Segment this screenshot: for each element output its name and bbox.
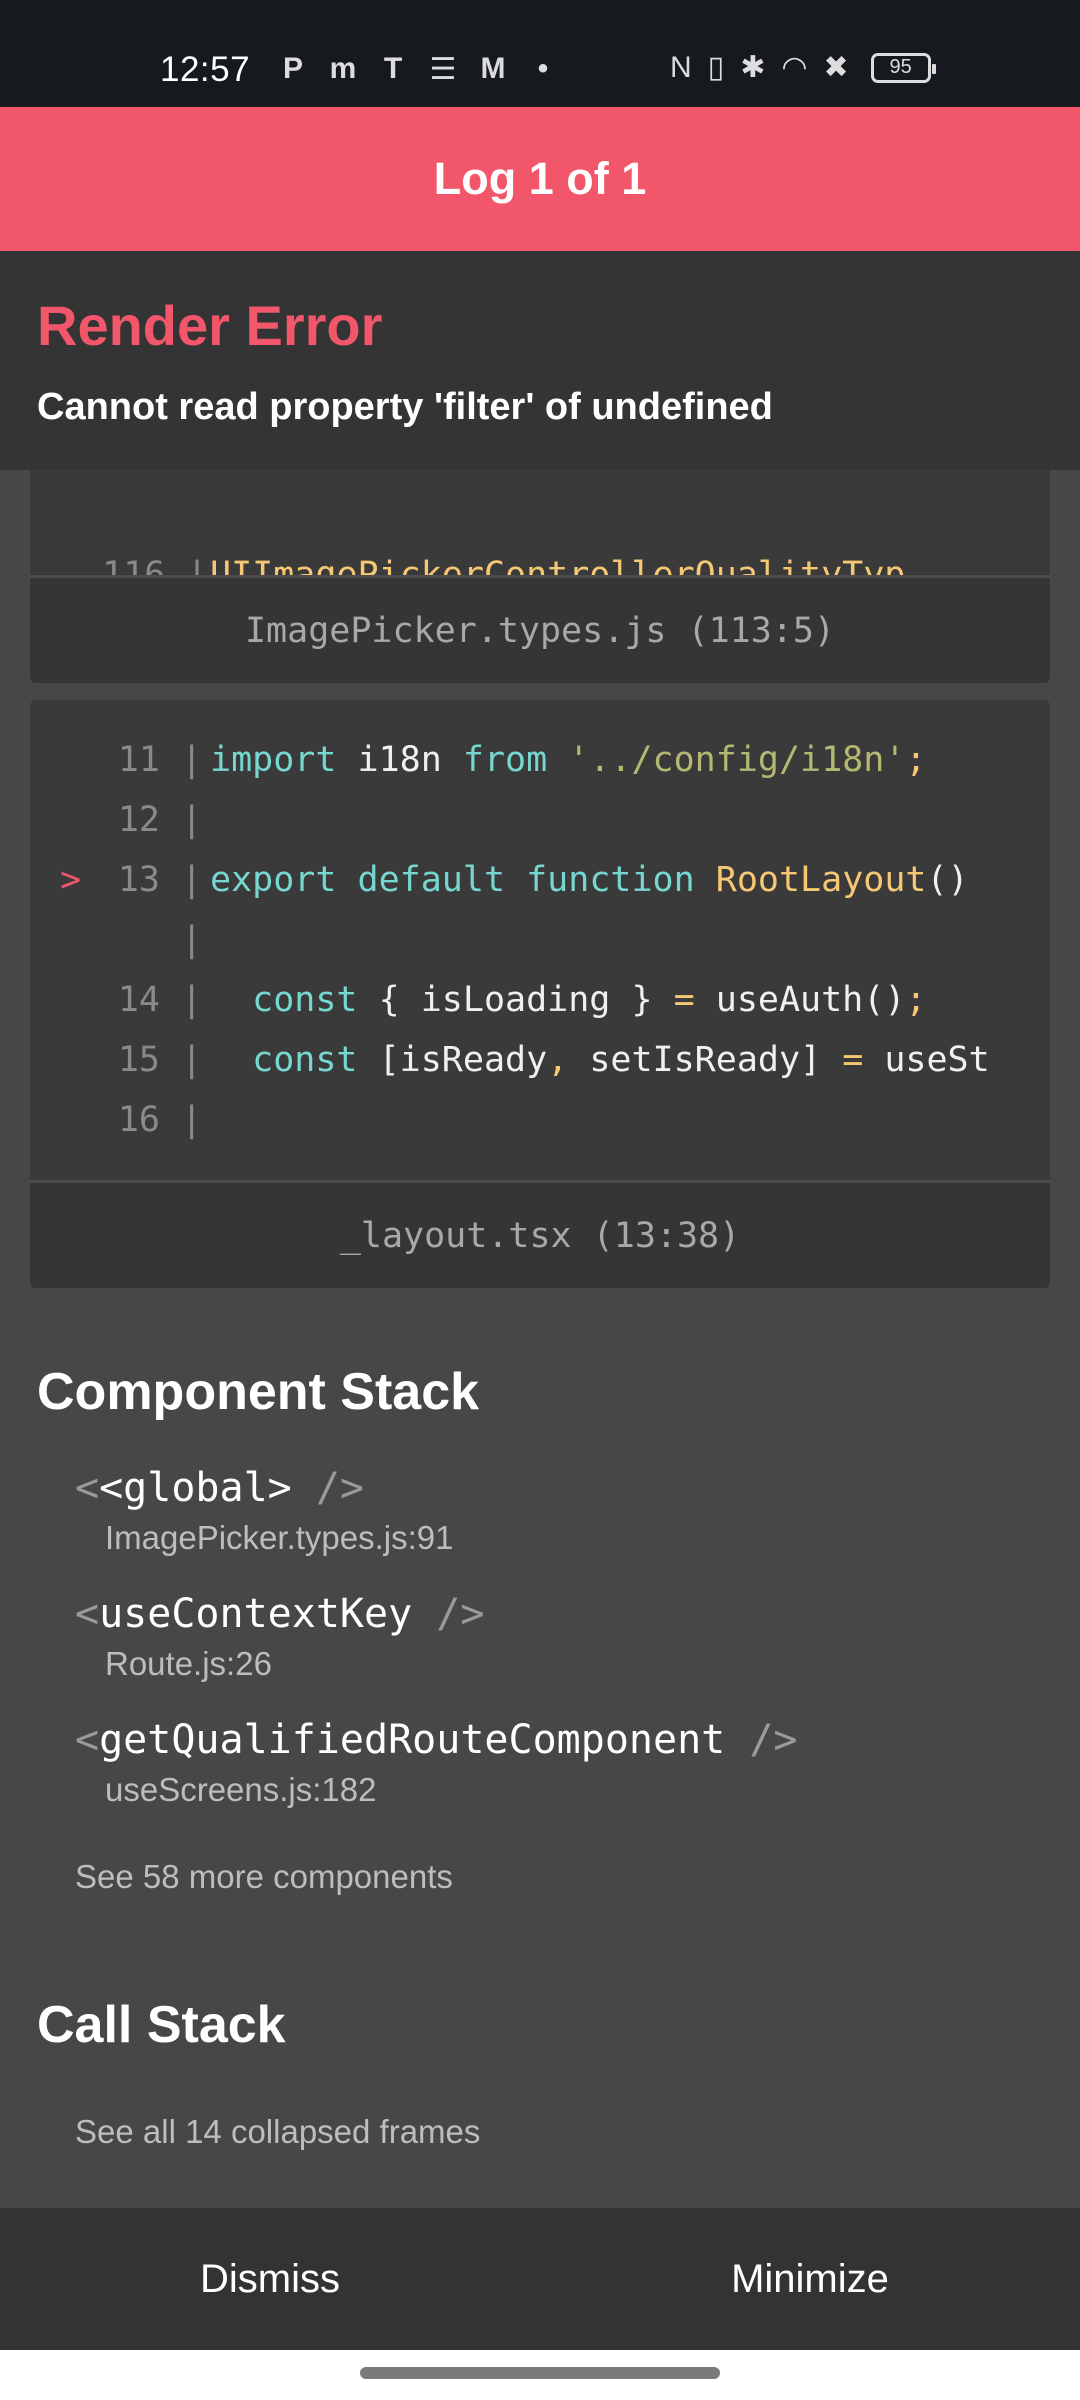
code-line: >13 | export default function RootLayout(… xyxy=(60,850,1050,910)
line-number: 15 | xyxy=(117,1040,203,1080)
line-number: >13 | xyxy=(60,860,203,900)
code-token: { isLoading } xyxy=(357,980,674,1020)
bluetooth-icon: ✱ xyxy=(740,51,766,84)
bottom-action-bar: Dismiss Minimize xyxy=(0,2208,1080,2350)
log-header: Log 1 of 1 xyxy=(0,107,1080,251)
component-stack-list: <<global> /> ImagePicker.types.js:91 <useC… xyxy=(75,1460,1035,1838)
paypal-icon: P xyxy=(282,52,303,85)
code-line: 14 | const { isLoading } = useAuth(); xyxy=(60,970,1050,1030)
call-stack-title: Call Stack xyxy=(37,1996,286,2054)
wifi-icon: ◠ xyxy=(781,51,808,84)
system-icons: N ▯ ✱ ◠ ✖ 95 xyxy=(670,50,936,85)
nfc-icon: N xyxy=(670,50,692,84)
component-stack-item[interactable]: <getQualifiedRouteComponent /> useScreens… xyxy=(75,1712,1035,1838)
status-bar: 12:57 P m T ☰ M • N ▯ ✱ ◠ ✖ 95 xyxy=(0,0,1080,107)
component-name: <getQualifiedRouteComponent /> xyxy=(75,1717,798,1763)
code-token: ; xyxy=(905,980,927,1020)
code-line: 15 | const [isReady, setIsReady] = useSt xyxy=(60,1030,1050,1090)
code-line: 16 | xyxy=(60,1090,1050,1150)
battery-icon: 95 xyxy=(870,52,936,83)
line-number: 14 | xyxy=(117,980,203,1020)
code-snippet: 11 | import i18n from '../config/i18n'; 12… xyxy=(30,700,1050,1150)
see-collapsed-frames-button[interactable]: See all 14 collapsed frames xyxy=(75,2113,480,2151)
code-token: export xyxy=(210,860,337,900)
component-file: ImagePicker.types.js:91 xyxy=(105,1519,454,1556)
component-file: useScreens.js:182 xyxy=(105,1771,377,1808)
error-summary: Render Error Cannot read property 'filte… xyxy=(0,251,1080,470)
code-line: | xyxy=(60,910,1050,970)
dot-icon: • xyxy=(537,52,549,85)
code-token: const xyxy=(210,980,358,1020)
teams-icon: T xyxy=(383,52,403,85)
vibrate-icon: ▯ xyxy=(707,51,725,84)
dismiss-button[interactable]: Dismiss xyxy=(0,2208,540,2350)
code-line: 11 | import i18n from '../config/i18n'; xyxy=(60,730,1050,790)
log-counter: Log 1 of 1 xyxy=(433,153,647,204)
code-token: function xyxy=(526,860,695,900)
navigation-bar xyxy=(0,2350,1080,2400)
component-name: <useContextKey /> xyxy=(75,1591,485,1637)
code-frame-imagepicker[interactable]: 116 |UIImagePickerControllerQualityTyp I… xyxy=(30,470,1050,683)
error-title: Render Error xyxy=(37,294,383,357)
error-message: Cannot read property 'filter' of undefin… xyxy=(37,386,773,428)
code-token: = xyxy=(673,980,695,1020)
line-number: | xyxy=(160,920,203,960)
code-token: i18n xyxy=(336,740,463,780)
code-token: useAuth() xyxy=(694,980,906,1020)
mcdonalds-icon: M xyxy=(480,52,506,85)
home-indicator[interactable] xyxy=(360,2367,720,2379)
code-token: import xyxy=(210,740,337,780)
code-token: RootLayout xyxy=(715,860,927,900)
component-stack-title: Component Stack xyxy=(37,1363,480,1421)
code-token: from xyxy=(462,740,548,780)
component-stack-item[interactable]: <useContextKey /> Route.js:26 xyxy=(75,1586,1035,1712)
line-number: 11 | xyxy=(117,740,203,780)
line-number: 16 | xyxy=(117,1100,203,1140)
notification-icons: P m T ☰ M • xyxy=(275,52,561,87)
component-name: <<global> /> xyxy=(75,1465,364,1511)
see-more-components-button[interactable]: See 58 more components xyxy=(75,1858,453,1896)
code-token: setIsReady] xyxy=(568,1040,843,1080)
code-line: 12 | xyxy=(60,790,1050,850)
code-token: '../config/i18n' xyxy=(568,740,906,780)
code-token: ; xyxy=(905,740,927,780)
component-stack-item[interactable]: <<global> /> ImagePicker.types.js:91 xyxy=(75,1460,1035,1586)
status-time: 12:57 xyxy=(160,50,251,89)
sim-off-icon: ✖ xyxy=(823,51,849,84)
tim-icon: m xyxy=(329,52,357,85)
frame-file-location[interactable]: ImagePicker.types.js (113:5) xyxy=(30,575,1050,683)
line-number: 12 | xyxy=(117,800,203,840)
code-token: default xyxy=(357,860,506,900)
minimize-button[interactable]: Minimize xyxy=(540,2208,1080,2350)
code-token: useSt xyxy=(863,1040,990,1080)
component-file: Route.js:26 xyxy=(105,1645,272,1682)
code-token: const xyxy=(210,1040,358,1080)
code-token: () xyxy=(926,860,969,900)
code-token: , xyxy=(547,1040,569,1080)
code-token: [isReady xyxy=(357,1040,548,1080)
frame-file-location[interactable]: _layout.tsx (13:38) xyxy=(30,1180,1050,1288)
code-frame-layout[interactable]: 11 | import i18n from '../config/i18n'; 12… xyxy=(30,700,1050,1288)
code-token: = xyxy=(842,1040,864,1080)
news-icon: ☰ xyxy=(429,53,457,86)
